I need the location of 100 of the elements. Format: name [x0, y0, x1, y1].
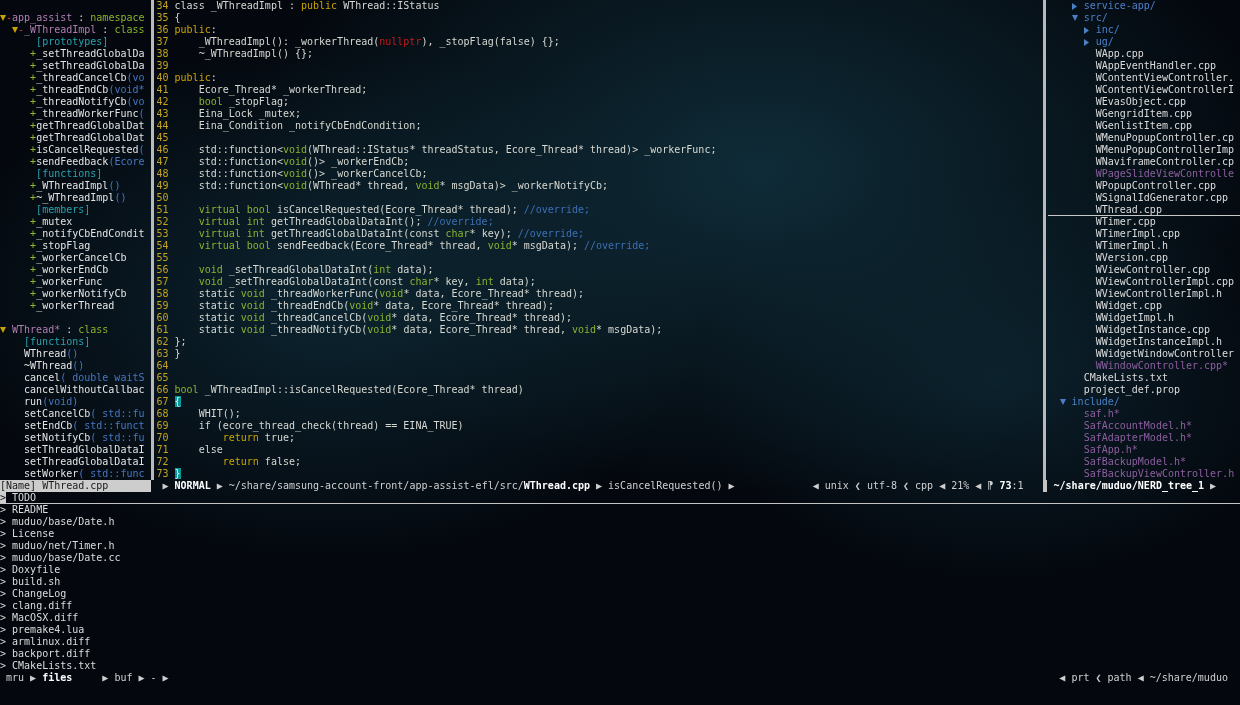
right-triangle-icon[interactable] [1072, 2, 1078, 10]
file-item[interactable]: WMenuPopupController.cp [1095, 132, 1235, 144]
tag-entry[interactable]: cancelWithoutCallbac [24, 384, 145, 396]
tag-entry[interactable]: +_threadEndCb(void* [30, 84, 145, 96]
file-result[interactable]: > muduo/base/Date.cc [0, 552, 121, 564]
down-triangle-icon[interactable] [1059, 399, 1066, 405]
right-triangle-icon[interactable] [1084, 38, 1090, 46]
file-item[interactable]: WEvasObject.cpp [1095, 96, 1186, 108]
directory-item[interactable]: include/ [1071, 396, 1120, 408]
down-triangle-icon[interactable] [0, 15, 6, 21]
directory-item[interactable]: inc/ [1095, 24, 1120, 36]
line-number: 34 [156, 0, 169, 12]
tag-entry[interactable]: +_threadCancelCb(vo [30, 72, 145, 84]
file-item[interactable]: SafBackupModel.h* [1083, 456, 1186, 468]
file-result[interactable]: > README [0, 504, 49, 516]
file-result[interactable]: > Doxyfile [0, 564, 61, 576]
file-item[interactable]: WThread.cpp [1095, 204, 1162, 216]
file-item[interactable]: WNaviframeController.cp [1095, 156, 1235, 168]
down-triangle-icon[interactable] [0, 327, 6, 333]
tag-entry[interactable]: setThreadGlobalDataI [24, 444, 145, 456]
file-item[interactable]: SafBackupViewController.h [1083, 468, 1235, 480]
file-item[interactable]: SafAdapterModel.h* [1083, 432, 1192, 444]
directory-item[interactable]: service-app/ [1083, 0, 1156, 12]
directory-item[interactable]: src/ [1083, 12, 1108, 24]
file-result[interactable]: > build.sh [0, 576, 61, 588]
file-item[interactable]: CMakeLists.txt [1083, 372, 1168, 384]
file-item[interactable]: WViewController.cpp [1095, 264, 1211, 276]
file-item[interactable]: saf.h* [1083, 408, 1120, 420]
tag-entry[interactable]: setWorker( std::func [24, 468, 145, 480]
file-item[interactable]: WWidget.cpp [1095, 300, 1162, 312]
tag-entry[interactable]: WThread() [24, 348, 79, 360]
tag-entry[interactable]: run(void) [24, 396, 79, 408]
file-item[interactable]: WTimerImpl.h [1095, 240, 1168, 252]
scope-tag[interactable]: WThread* : class [12, 324, 109, 336]
line-number: 57 [156, 276, 169, 288]
tag-entry[interactable]: +~_WThreadImpl() [30, 192, 127, 204]
file-item[interactable]: WGenlistItem.cpp [1095, 120, 1192, 132]
tag-entry[interactable]: +_threadNotifyCb(vo [30, 96, 145, 108]
tag-entry[interactable]: +getThreadGlobalDat [30, 132, 145, 144]
file-result[interactable]: > ChangeLog [0, 588, 67, 600]
file-item[interactable]: WSignalIdGenerator.cpp [1095, 192, 1229, 204]
file-result[interactable]: > backport.diff [0, 648, 91, 660]
tag-entry[interactable]: +_setThreadGlobalDa [30, 48, 145, 60]
file-item[interactable]: WVersion.cpp [1095, 252, 1168, 264]
file-item[interactable]: WApp.cpp [1095, 48, 1144, 60]
scope-tag[interactable]: -app_assist : namespace [6, 12, 145, 24]
line-number: 46 [156, 144, 169, 156]
file-item[interactable]: WTimerImpl.cpp [1095, 228, 1180, 240]
file-item[interactable]: WWidgetWindowController [1095, 348, 1235, 360]
file-result[interactable]: > License [0, 528, 55, 540]
file-result[interactable]: > muduo/base/Date.h [0, 516, 115, 528]
directory-item[interactable]: ug/ [1095, 36, 1114, 48]
tag-entry[interactable]: ~WThread() [24, 360, 85, 372]
file-item[interactable]: WWidgetImpl.h [1095, 312, 1174, 324]
file-item[interactable]: WWidgetInstanceImpl.h [1095, 336, 1223, 348]
tag-entry[interactable]: +sendFeedback(Ecore [30, 156, 145, 168]
tag-entry[interactable]: setNotifyCb( std::fu [24, 432, 145, 444]
tag-entry[interactable]: +_stopFlag [30, 240, 91, 252]
file-item[interactable]: WContentViewController. [1095, 72, 1235, 84]
file-item[interactable]: SafApp.h* [1083, 444, 1138, 456]
file-result[interactable]: > muduo/net/Timer.h [0, 540, 115, 552]
file-result[interactable]: > MacOSX.diff [0, 612, 79, 624]
file-item[interactable]: WAppEventHandler.cpp [1095, 60, 1217, 72]
file-result[interactable]: > CMakeLists.txt [0, 660, 97, 672]
down-triangle-icon[interactable] [1071, 15, 1078, 21]
right-triangle-icon[interactable] [1084, 26, 1090, 34]
tag-entry[interactable]: +_workerNotifyCb [30, 288, 127, 300]
file-item[interactable]: WContentViewControllerI [1095, 84, 1235, 96]
tag-entry[interactable]: +_threadWorkerFunc( [30, 108, 145, 120]
tag-entry[interactable]: +_workerEndCb [30, 264, 109, 276]
tag-entry[interactable]: cancel( double waitS [24, 372, 145, 384]
tag-entry[interactable]: +_notifyCbEndCondit [30, 228, 145, 240]
file-item[interactable]: project_def.prop [1083, 384, 1180, 396]
tag-entry[interactable]: +_workerCancelCb [30, 252, 127, 264]
file-item[interactable]: WViewControllerImpl.cpp [1095, 276, 1235, 288]
file-result[interactable]: > premake4.lua [0, 624, 85, 636]
tag-entry[interactable]: setCancelCb( std::fu [24, 408, 145, 420]
file-result[interactable]: > armlinux.diff [0, 636, 91, 648]
tag-entry[interactable]: +isCancelRequested( [30, 144, 145, 156]
file-item[interactable]: WMenuPopupControllerImp [1095, 144, 1235, 156]
file-item[interactable]: WWindowController.cpp* [1095, 360, 1229, 372]
tag-entry[interactable]: +getThreadGlobalDat [30, 120, 145, 132]
file-item[interactable]: WGengridItem.cpp [1095, 108, 1192, 120]
tag-entry[interactable]: +_setThreadGlobalDa [30, 60, 145, 72]
tag-entry[interactable]: +_mutex [30, 216, 73, 228]
file-item[interactable]: SafAccountModel.h* [1083, 420, 1192, 432]
file-item[interactable]: WViewControllerImpl.h [1095, 288, 1223, 300]
tag-entry[interactable]: +_workerFunc [30, 276, 103, 288]
file-result[interactable]: > TODO [0, 492, 37, 504]
file-item[interactable]: WPageSlideViewControlle [1095, 168, 1235, 180]
down-triangle-icon[interactable] [12, 27, 19, 33]
file-item[interactable]: WPopupController.cpp [1095, 180, 1217, 192]
scope-tag[interactable]: -_WThreadImpl : class [18, 24, 145, 36]
file-result[interactable]: > clang.diff [0, 600, 73, 612]
tag-entry[interactable]: +_WThreadImpl() [30, 180, 121, 192]
file-item[interactable]: WTimer.cpp [1095, 216, 1156, 228]
tag-entry[interactable]: setEndCb( std::funct [24, 420, 145, 432]
tag-entry[interactable]: +_workerThread [30, 300, 115, 312]
tag-entry[interactable]: setThreadGlobalDataI [24, 456, 145, 468]
file-item[interactable]: WWidgetInstance.cpp [1095, 324, 1211, 336]
